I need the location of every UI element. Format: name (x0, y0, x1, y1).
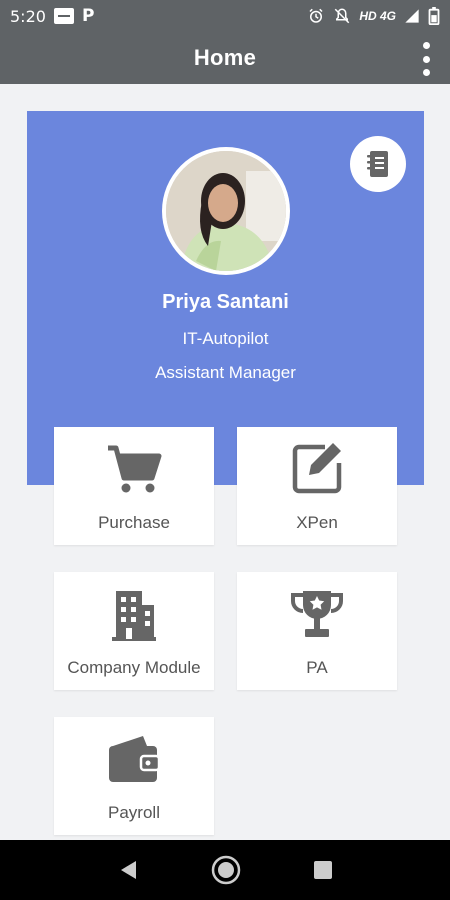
recent-apps-icon[interactable] (312, 859, 334, 881)
status-time: 5:20 (10, 6, 46, 26)
network-type: HD 4G (359, 9, 396, 23)
notebook-button[interactable] (350, 136, 406, 192)
message-notification-icon (53, 8, 74, 24)
battery-icon (428, 7, 440, 25)
module-label: PA (306, 658, 328, 677)
app-bar: Home (0, 32, 450, 84)
module-tile-payroll[interactable]: Payroll (54, 717, 214, 835)
overflow-menu-icon[interactable] (418, 42, 434, 76)
profile-designation: Assistant Manager (155, 363, 296, 382)
system-nav-bar (0, 840, 450, 900)
wallet-icon (109, 736, 161, 782)
home-icon[interactable] (211, 855, 241, 885)
notification-app-icon: P (81, 6, 95, 26)
back-icon[interactable] (116, 858, 140, 882)
profile-department: IT-Autopilot (182, 329, 269, 348)
profile-name: Priya Santani (162, 291, 289, 313)
shopping-cart-icon (108, 445, 162, 493)
module-tile-xpen[interactable]: XPen (237, 427, 397, 545)
building-icon (112, 591, 156, 641)
module-label: Payroll (108, 803, 160, 822)
notifications-off-icon (335, 8, 350, 24)
page-title: Home (193, 45, 257, 70)
module-label: Purchase (98, 513, 170, 532)
edit-icon (292, 443, 342, 494)
module-tile-purchase[interactable]: Purchase (54, 427, 214, 545)
module-label: Company Module (67, 658, 201, 677)
module-tile-pa[interactable]: PA (237, 572, 397, 690)
avatar-photo (166, 151, 286, 271)
signal-icon (405, 9, 419, 23)
avatar[interactable] (162, 147, 290, 275)
module-label: XPen (296, 513, 338, 532)
alarm-icon (309, 8, 323, 23)
status-bar: 5:20 P HD 4G (0, 0, 450, 32)
notebook-icon (367, 151, 388, 177)
module-tile-company-module[interactable]: Company Module (54, 572, 214, 690)
trophy-icon (291, 591, 343, 637)
